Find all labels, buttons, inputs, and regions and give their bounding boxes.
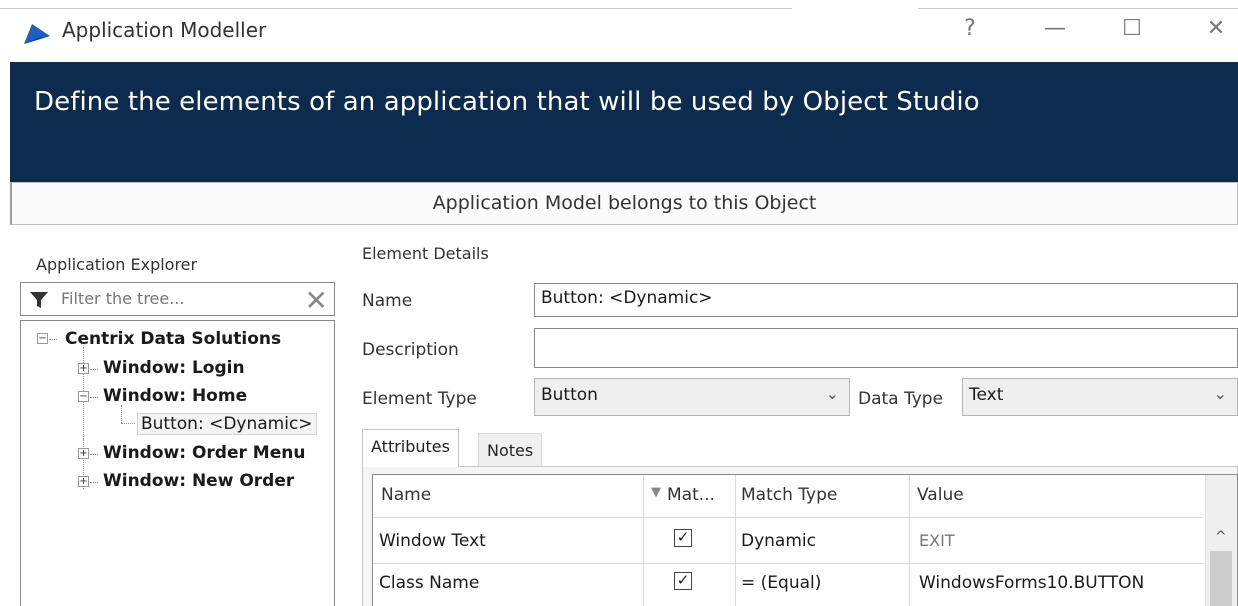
tree-root-item[interactable]: Centrix Data Solutions: [65, 329, 281, 349]
name-field[interactable]: Button: <Dynamic>: [534, 283, 1238, 317]
element-type-label: Element Type: [362, 389, 477, 409]
help-button[interactable]: ?: [950, 16, 990, 41]
expand-icon[interactable]: +: [78, 448, 89, 459]
explorer-heading: Application Explorer: [36, 255, 198, 274]
object-bar[interactable]: Application Model belongs to this Object: [10, 182, 1238, 225]
column-divider: [735, 475, 736, 606]
tree-connector: [90, 454, 98, 455]
value-cell: WindowsForms10.BUTTON: [919, 573, 1145, 593]
banner-heading: Define the elements of an application th…: [34, 87, 980, 117]
match-checkbox[interactable]: ✓: [674, 529, 692, 547]
tree-connector: [121, 423, 135, 424]
filter-icon[interactable]: ▼: [651, 485, 661, 500]
tree-item-window-new-order[interactable]: Window: New Order: [103, 471, 294, 491]
column-divider: [909, 475, 910, 606]
description-field[interactable]: [534, 328, 1238, 368]
column-divider: [643, 475, 644, 606]
tree-connector: [90, 397, 98, 398]
clear-filter-icon[interactable]: ✕: [305, 284, 328, 317]
data-type-label: Data Type: [858, 389, 944, 409]
chevron-down-icon: ⌄: [825, 384, 839, 403]
tree-connector: [90, 369, 98, 370]
value-cell: EXIT: [919, 531, 955, 550]
tab-attributes[interactable]: Attributes: [362, 429, 459, 467]
title-divider: [918, 8, 1238, 9]
scroll-up-icon[interactable]: ^: [1215, 529, 1227, 545]
tree-item-button-dynamic[interactable]: Button: <Dynamic>: [137, 413, 317, 435]
element-type-value: Button: [541, 385, 598, 405]
column-header-match-type[interactable]: Match Type: [741, 485, 837, 505]
filter-icon: [30, 292, 48, 308]
expand-icon[interactable]: +: [78, 476, 89, 487]
collapse-icon[interactable]: −: [37, 333, 48, 344]
match-type-cell[interactable]: = (Equal): [741, 573, 821, 593]
minimize-button[interactable]: —: [1035, 16, 1075, 41]
application-tree[interactable]: − Centrix Data Solutions + Window: Login…: [20, 320, 335, 606]
title-bar: Application Modeller ? — ☐ ✕: [0, 0, 1238, 62]
tree-connector: [90, 482, 98, 483]
data-type-value: Text: [969, 385, 1004, 405]
column-header-name[interactable]: Name: [381, 485, 431, 505]
window-title: Application Modeller: [62, 18, 267, 42]
row-divider: [373, 563, 1203, 564]
match-checkbox[interactable]: ✓: [674, 572, 692, 590]
attribute-name-cell: Class Name: [379, 573, 480, 593]
match-type-cell[interactable]: Dynamic: [741, 531, 816, 551]
name-label: Name: [362, 291, 413, 311]
description-label: Description: [362, 340, 459, 360]
app-logo-icon: [24, 24, 50, 44]
tree-item-window-order-menu[interactable]: Window: Order Menu: [103, 443, 305, 463]
column-header-match[interactable]: Mat...: [667, 485, 715, 505]
tree-filter-input[interactable]: Filter the tree... ✕: [20, 282, 335, 317]
element-details-heading: Element Details: [362, 244, 489, 263]
tree-connector: [49, 339, 57, 340]
close-button[interactable]: ✕: [1196, 16, 1236, 41]
column-header-value[interactable]: Value: [917, 485, 964, 505]
title-divider: [0, 8, 792, 9]
filter-placeholder: Filter the tree...: [61, 289, 185, 308]
row-divider: [373, 517, 1203, 518]
scroll-thumb[interactable]: [1210, 551, 1232, 606]
grid-scrollbar[interactable]: ^: [1205, 475, 1237, 606]
element-type-select[interactable]: Button ⌄: [534, 378, 850, 416]
tab-notes[interactable]: Notes: [478, 433, 543, 466]
attributes-grid[interactable]: Name ▼ Mat... Match Type Value Window Te…: [372, 474, 1238, 606]
tree-connector: [121, 405, 122, 423]
attribute-name-cell: Window Text: [379, 531, 486, 551]
tree-item-window-home[interactable]: Window: Home: [103, 386, 247, 406]
expand-icon[interactable]: +: [78, 363, 89, 374]
tree-item-window-login[interactable]: Window: Login: [103, 358, 245, 378]
chevron-down-icon: ⌄: [1213, 384, 1227, 403]
object-bar-label: Application Model belongs to this Object: [432, 192, 817, 214]
maximize-button[interactable]: ☐: [1112, 16, 1152, 41]
data-type-select[interactable]: Text ⌄: [962, 378, 1238, 416]
header-banner: Define the elements of an application th…: [10, 62, 1238, 182]
collapse-icon[interactable]: −: [78, 391, 89, 402]
